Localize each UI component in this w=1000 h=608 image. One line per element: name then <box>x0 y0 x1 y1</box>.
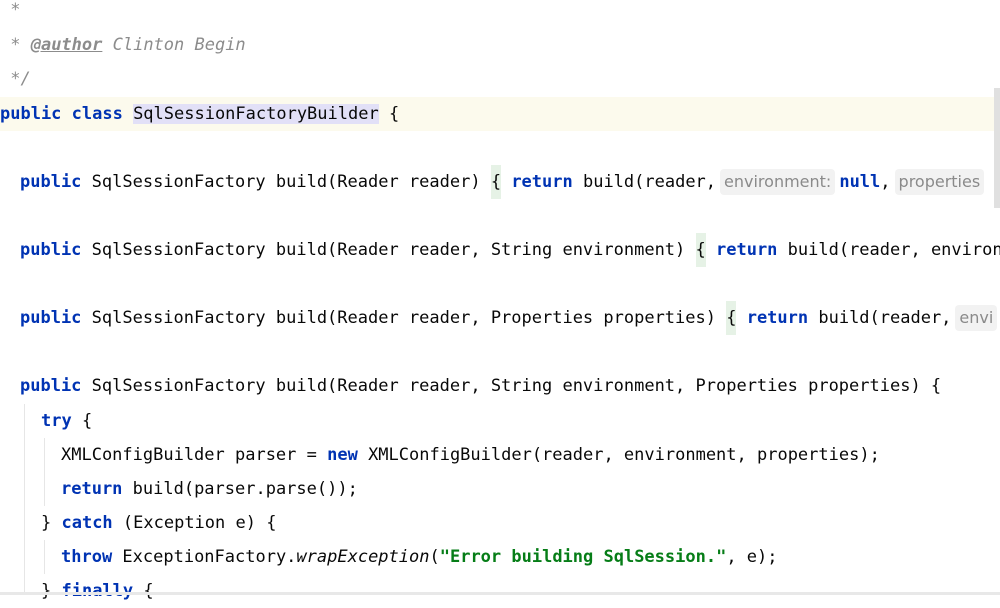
code-line-method-1[interactable]: public SqlSessionFactory build(Reader re… <box>20 165 988 199</box>
code-text: } <box>41 581 62 601</box>
code-text: XMLConfigBuilder parser = <box>61 445 328 465</box>
keyword: return <box>501 172 573 192</box>
comment-text: * <box>0 35 31 55</box>
indent-guide <box>44 438 45 506</box>
keyword: public <box>20 376 82 396</box>
string-literal: "Error building SqlSession." <box>439 547 727 567</box>
indent-guide <box>44 540 45 574</box>
keyword: try <box>41 411 72 431</box>
parameter-hint: environment: <box>720 169 836 195</box>
method-signature: SqlSessionFactory build(Reader reader, S… <box>81 240 696 260</box>
keyword: return <box>61 479 123 499</box>
code-text: ( <box>429 547 440 567</box>
code-line-parser[interactable]: XMLConfigBuilder parser = new XMLConfigB… <box>61 438 880 472</box>
code-text: { <box>71 411 93 431</box>
keyword: finally <box>61 581 134 601</box>
code-line-3[interactable]: */ <box>0 62 31 96</box>
code-line-method-4[interactable]: public SqlSessionFactory build(Reader re… <box>20 369 941 403</box>
comment-text: */ <box>0 69 31 89</box>
code-text: } <box>41 513 62 533</box>
code-text: { <box>378 104 400 124</box>
code-text: XMLConfigBuilder(reader, environment, pr… <box>357 445 880 465</box>
code-editor[interactable]: * * @author Clinton Begin */ public clas… <box>0 0 1000 601</box>
parameter-hint: properties <box>894 169 985 195</box>
code-line-catch[interactable]: } catch (Exception e) { <box>41 506 276 540</box>
javadoc-tag: @author <box>30 35 103 55</box>
code-text: build(reader, environm <box>777 240 1000 260</box>
code-text: build(reader, <box>808 308 952 328</box>
keyword: public <box>20 172 82 192</box>
class-name-highlight[interactable]: SqlSessionFactoryBuilder <box>133 104 379 124</box>
code-line-method-3[interactable]: public SqlSessionFactory build(Reader re… <box>20 301 1000 335</box>
code-text: (Exception e) { <box>112 513 277 533</box>
code-line-1[interactable]: * <box>0 0 20 27</box>
code-line-method-2[interactable]: public SqlSessionFactory build(Reader re… <box>20 233 1000 267</box>
folded-brace[interactable]: { <box>695 233 706 267</box>
code-line-throw[interactable]: throw ExceptionFactory.wrapException("Er… <box>61 540 778 574</box>
code-text: , <box>880 172 891 192</box>
vertical-scrollbar-thumb[interactable] <box>994 88 1000 208</box>
folded-brace[interactable]: { <box>726 301 737 335</box>
keyword: public <box>20 308 82 328</box>
keyword: throw <box>61 547 113 567</box>
code-text: build(reader, <box>572 172 717 192</box>
code-line-return[interactable]: return build(parser.parse()); <box>61 472 358 506</box>
method-signature: SqlSessionFactory build(Reader reader, S… <box>81 376 942 396</box>
code-text: build(parser.parse()); <box>122 479 358 499</box>
code-text: ExceptionFactory. <box>112 547 297 567</box>
parameter-hint: envi <box>955 305 998 331</box>
comment-text: Clinton Begin <box>102 35 246 55</box>
code-line-finally[interactable]: } finally { <box>41 574 154 608</box>
code-text: , e); <box>726 547 778 567</box>
indent-guide <box>24 404 25 595</box>
keyword: return <box>736 308 809 328</box>
keyword: public class <box>0 104 134 124</box>
code-text: { <box>133 581 154 601</box>
method-signature: SqlSessionFactory build(Reader reader, P… <box>81 308 727 328</box>
method-signature: SqlSessionFactory build(Reader reader) <box>81 172 491 192</box>
keyword: return <box>705 240 778 260</box>
code-line-class-decl[interactable]: public class SqlSessionFactoryBuilder { <box>0 97 399 131</box>
static-method-call: wrapException <box>296 547 430 567</box>
comment-text: * <box>0 0 21 20</box>
code-line-2[interactable]: * @author Clinton Begin <box>0 28 246 62</box>
keyword: public <box>20 240 82 260</box>
keyword: catch <box>61 513 113 533</box>
keyword: null <box>839 172 881 192</box>
code-line-try[interactable]: try { <box>41 404 92 438</box>
folded-brace[interactable]: { <box>490 165 502 199</box>
keyword: new <box>327 445 358 465</box>
